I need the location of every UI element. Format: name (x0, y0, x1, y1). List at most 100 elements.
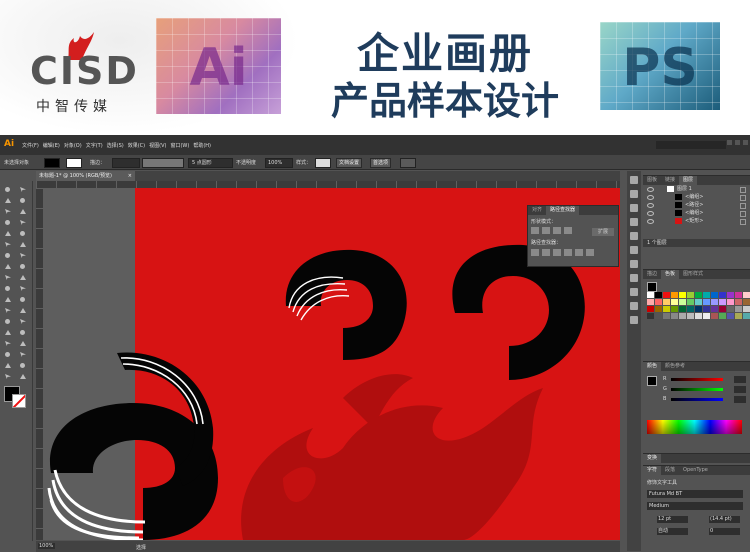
layer-row[interactable]: <编组> (643, 193, 750, 201)
color-swatch[interactable] (735, 306, 742, 312)
visibility-eye-icon[interactable] (647, 219, 654, 224)
tool-button[interactable] (18, 251, 28, 260)
color-swatch[interactable] (687, 292, 694, 298)
green-slider[interactable]: G (643, 385, 750, 395)
outline-icon[interactable] (575, 249, 583, 256)
tab-artboards[interactable]: 图板 (643, 176, 661, 185)
color-swatch[interactable] (647, 292, 654, 298)
image-trace-icon[interactable] (630, 288, 638, 296)
brushes-icon[interactable] (630, 190, 638, 198)
tab-paragraph[interactable]: 段落 (661, 466, 679, 475)
menu-type[interactable]: 文字(T) (86, 142, 103, 149)
tool-button[interactable] (3, 207, 13, 216)
menu-select[interactable]: 选择(S) (107, 142, 124, 149)
tracking-field[interactable]: 0 (709, 528, 740, 535)
color-swatch[interactable] (719, 313, 726, 319)
paragraph-icon[interactable] (630, 316, 638, 324)
color-swatch[interactable] (743, 299, 750, 305)
layer-row[interactable]: <矩形> (643, 217, 750, 225)
font-style-field[interactable]: Medium (647, 502, 743, 510)
tab-color[interactable]: 颜色 (643, 362, 662, 371)
visibility-eye-icon[interactable] (647, 211, 654, 216)
stroke-weight-field[interactable] (112, 158, 140, 168)
tab-character[interactable]: 字符 (643, 466, 662, 475)
tool-button[interactable] (3, 361, 13, 370)
color-swatch[interactable] (647, 299, 654, 305)
color-swatch[interactable] (687, 313, 694, 319)
color-swatch[interactable] (663, 299, 670, 305)
color-swatch[interactable] (655, 313, 662, 319)
tool-button[interactable] (18, 262, 28, 271)
close-icon[interactable] (743, 140, 748, 145)
tool-button[interactable] (18, 339, 28, 348)
tool-button[interactable] (18, 240, 28, 249)
menu-object[interactable]: 对象(O) (64, 142, 82, 149)
tool-button[interactable] (18, 372, 28, 381)
color-swatch[interactable] (703, 306, 710, 312)
color-swatch[interactable] (743, 292, 750, 298)
font-family-field[interactable]: Futura Md BT (647, 490, 743, 498)
tab-color-guide[interactable]: 颜色参考 (661, 362, 689, 371)
tab-graphic-styles[interactable]: 图形样式 (679, 270, 707, 279)
color-swatch[interactable] (679, 299, 686, 305)
color-spectrum[interactable] (647, 420, 742, 434)
arrange-documents-icon[interactable] (400, 158, 416, 168)
color-swatch[interactable] (671, 292, 678, 298)
color-swatch[interactable] (695, 299, 702, 305)
tool-button[interactable] (3, 273, 13, 282)
color-swatch[interactable] (655, 299, 662, 305)
tool-button[interactable] (3, 317, 13, 326)
variable-width-profile[interactable] (142, 158, 184, 168)
tab-links[interactable]: 链接 (661, 176, 679, 185)
menu-help[interactable]: 帮助(H) (193, 142, 211, 149)
color-swatch[interactable] (711, 292, 718, 298)
tool-button[interactable] (3, 295, 13, 304)
align-icon[interactable] (630, 260, 638, 268)
close-tab-icon[interactable]: × (128, 171, 132, 181)
layer-row[interactable]: 图层 1 (643, 185, 750, 193)
zoom-field[interactable]: 100% (38, 543, 55, 549)
blue-slider[interactable]: B (643, 395, 750, 405)
style-swatch[interactable] (315, 158, 331, 168)
color-swatch[interactable] (719, 299, 726, 305)
color-swatch[interactable] (727, 299, 734, 305)
trim-icon[interactable] (542, 249, 550, 256)
blue-value-field[interactable] (734, 396, 746, 403)
crop-icon[interactable] (564, 249, 572, 256)
color-swatch[interactable] (727, 292, 734, 298)
minimize-icon[interactable] (727, 140, 732, 145)
opacity-label[interactable]: 不透明度 (236, 159, 256, 166)
tool-button[interactable] (18, 361, 28, 370)
tool-button[interactable] (3, 350, 13, 359)
tab-transform[interactable]: 变换 (643, 454, 662, 463)
color-swatch[interactable] (671, 306, 678, 312)
color-swatch[interactable] (743, 313, 750, 319)
menu-file[interactable]: 文件(F) (22, 142, 39, 149)
tool-button[interactable] (3, 328, 13, 337)
visibility-eye-icon[interactable] (647, 187, 654, 192)
tool-button[interactable] (18, 306, 28, 315)
visibility-eye-icon[interactable] (647, 195, 654, 200)
tool-button[interactable] (18, 273, 28, 282)
tool-button[interactable] (3, 218, 13, 227)
tool-button[interactable] (18, 196, 28, 205)
color-swatch[interactable] (663, 292, 670, 298)
red-slider[interactable]: R (643, 375, 750, 385)
color-swatch[interactable] (703, 313, 710, 319)
unite-icon[interactable] (531, 227, 539, 234)
kerning-field[interactable]: 自动 (657, 528, 688, 535)
document-tab[interactable]: 未标题-1* @ 100% (RGB/预览) × (36, 171, 135, 181)
color-swatch[interactable] (727, 313, 734, 319)
color-swatch[interactable] (671, 313, 678, 319)
divide-icon[interactable] (531, 249, 539, 256)
tool-button[interactable] (3, 284, 13, 293)
minus-back-icon[interactable] (586, 249, 594, 256)
color-swatch[interactable] (711, 306, 718, 312)
touch-type-tool-label[interactable]: 修饰文字工具 (647, 479, 677, 486)
color-swatch[interactable] (719, 292, 726, 298)
tool-button[interactable] (3, 185, 13, 194)
color-swatch[interactable] (671, 299, 678, 305)
transparency-icon[interactable] (630, 232, 638, 240)
color-swatch[interactable] (703, 292, 710, 298)
tool-button[interactable] (18, 317, 28, 326)
